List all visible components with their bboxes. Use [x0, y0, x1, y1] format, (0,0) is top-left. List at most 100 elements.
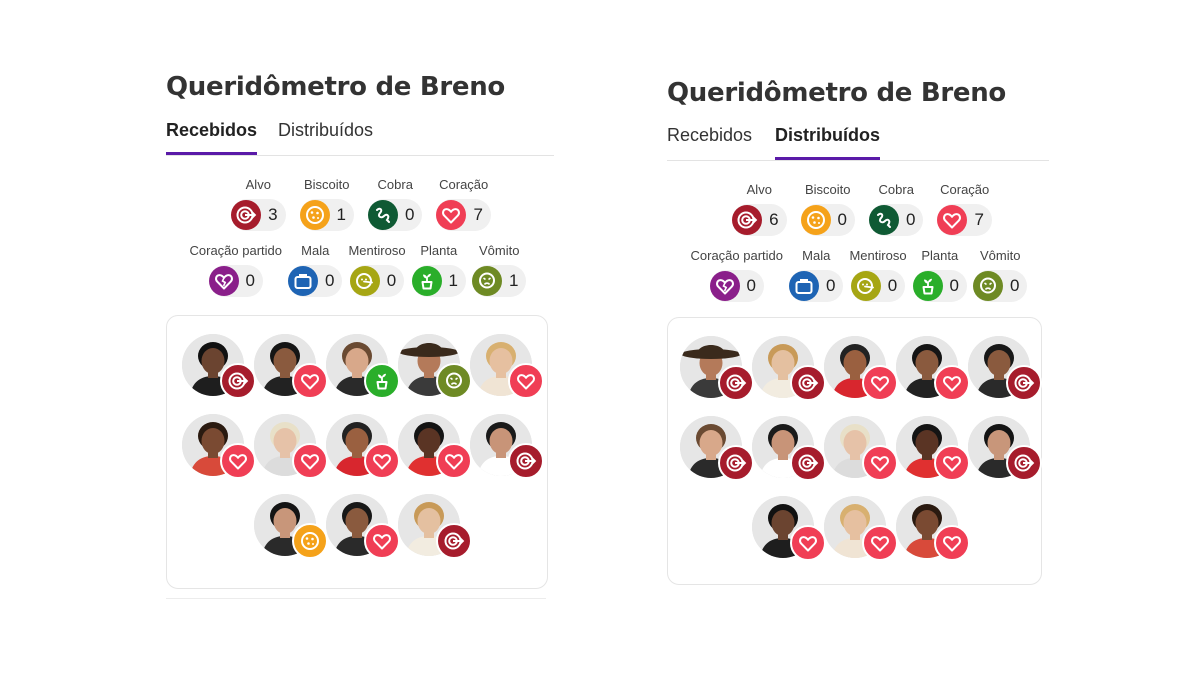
reaction-count-value: 1 [509, 271, 519, 290]
cobra-icon [368, 200, 398, 230]
reaction-count-planta: Planta 1 [411, 242, 467, 297]
reaction-counts-row: Alvo 6 Biscoito 0 Cobra 0 Coração 7 [667, 181, 1057, 236]
reaction-count-mentiroso: Mentiroso 0 [348, 242, 406, 297]
tab-divider [667, 160, 1049, 161]
participant-avatar[interactable] [967, 416, 1042, 481]
alvo-icon [789, 445, 826, 481]
alvo-icon [789, 365, 826, 401]
participant-avatar[interactable] [182, 334, 256, 399]
tab-label: Distribuídos [278, 120, 374, 140]
vomito-icon [472, 266, 503, 296]
reaction-label: Cobra [377, 177, 413, 192]
participant-avatar[interactable] [470, 414, 544, 479]
participant-avatar[interactable] [751, 336, 826, 401]
participant-avatar[interactable] [679, 416, 754, 481]
alvo-icon [1005, 445, 1042, 481]
reaction-count-value: 6 [769, 210, 779, 229]
reaction-label: Mentiroso [348, 243, 406, 258]
coracao-icon [292, 443, 328, 479]
coracao-icon [436, 200, 467, 230]
reaction-count-value: 3 [268, 205, 278, 224]
panel-title: Queridômetro de Breno [166, 72, 505, 102]
reaction-count-biscoito: Biscoito 0 [800, 181, 855, 236]
coracao-icon [937, 205, 968, 235]
alvo-icon [231, 200, 262, 230]
reaction-count-pill: 1 [472, 265, 527, 297]
participants-grid [167, 334, 547, 574]
planta-icon [364, 363, 400, 399]
participant-avatar[interactable] [895, 336, 970, 401]
coracao-icon [220, 443, 256, 479]
participant-avatar[interactable] [823, 416, 898, 481]
coracao-icon [364, 523, 400, 559]
reaction-count-pill: 7 [436, 199, 491, 231]
reaction-count-pill: 0 [912, 270, 968, 302]
coracao-icon [364, 443, 400, 479]
tab-divider [166, 155, 554, 156]
participant-avatar[interactable] [326, 334, 400, 399]
participants-card [667, 317, 1042, 585]
reaction-count-biscoito: Biscoito 1 [299, 176, 354, 231]
reaction-count-cobra: Cobra 0 [368, 176, 423, 231]
reaction-count-coracao-partido: Coração partido 0 [691, 247, 783, 302]
alvo-icon [1005, 365, 1042, 401]
reaction-count-pill: 3 [231, 199, 286, 231]
participant-avatar[interactable] [470, 334, 544, 399]
coracao-icon [861, 525, 898, 561]
mentiroso-icon [850, 271, 881, 301]
participant-avatar[interactable] [679, 336, 754, 401]
participant-avatar[interactable] [254, 494, 328, 559]
cobra-icon [869, 205, 899, 235]
coracao-icon [789, 525, 826, 561]
alvo-icon [732, 205, 763, 235]
participant-avatar[interactable] [967, 336, 1042, 401]
participant-avatar[interactable] [823, 496, 898, 561]
reaction-count-value: 0 [887, 276, 898, 295]
coracao-icon [933, 365, 970, 401]
participant-avatar[interactable] [895, 416, 970, 481]
participants-row [668, 416, 1042, 481]
participant-avatar[interactable] [398, 334, 472, 399]
reaction-count-coracao: Coração 7 [937, 181, 992, 236]
participant-avatar[interactable] [254, 334, 328, 399]
alvo-icon [717, 445, 754, 481]
coracao-icon [861, 365, 898, 401]
tab-distribuidos[interactable]: Distribuídos [775, 125, 881, 160]
participants-grid [668, 336, 1042, 576]
participants-row [167, 494, 547, 559]
reaction-count-mala: Mala 0 [789, 247, 844, 302]
divider [166, 598, 546, 599]
participant-avatar[interactable] [254, 414, 328, 479]
tab-recebidos[interactable]: Recebidos [166, 120, 258, 155]
reaction-count-cobra: Cobra 0 [869, 181, 924, 236]
participant-avatar[interactable] [398, 414, 472, 479]
participant-avatar[interactable] [751, 496, 826, 561]
participant-avatar[interactable] [182, 414, 256, 479]
participant-avatar[interactable] [823, 336, 898, 401]
reaction-count-value: 0 [906, 210, 916, 229]
tab-distribuidos[interactable]: Distribuídos [278, 120, 373, 141]
planta-icon [411, 266, 442, 296]
tab-label: Distribuídos [775, 125, 881, 145]
reaction-count-pill: 0 [709, 270, 764, 302]
tab-recebidos[interactable]: Recebidos [667, 125, 752, 146]
vomito-icon [436, 363, 472, 399]
coracao-icon [861, 445, 898, 481]
reaction-count-pill: 1 [411, 265, 467, 297]
tab-label: Recebidos [667, 125, 753, 145]
participant-avatar[interactable] [326, 414, 400, 479]
participant-avatar[interactable] [895, 496, 970, 561]
participants-row [668, 496, 1041, 561]
participant-avatar[interactable] [398, 494, 472, 559]
reaction-label: Alvo [746, 182, 772, 197]
participant-avatar[interactable] [751, 416, 826, 481]
reaction-count-pill: 0 [288, 265, 343, 297]
biscoito-icon [299, 200, 330, 230]
reaction-label: Vômito [980, 248, 1021, 263]
reaction-count-value: 7 [974, 210, 984, 229]
reaction-count-vomito: Vômito 0 [973, 247, 1028, 302]
participants-row [167, 414, 547, 479]
reaction-label: Planta [420, 243, 458, 258]
reaction-counts-row: Coração partido 0 Mala 0 Mentiroso 0 Planta 0 Vô… [661, 247, 1057, 302]
participant-avatar[interactable] [326, 494, 400, 559]
